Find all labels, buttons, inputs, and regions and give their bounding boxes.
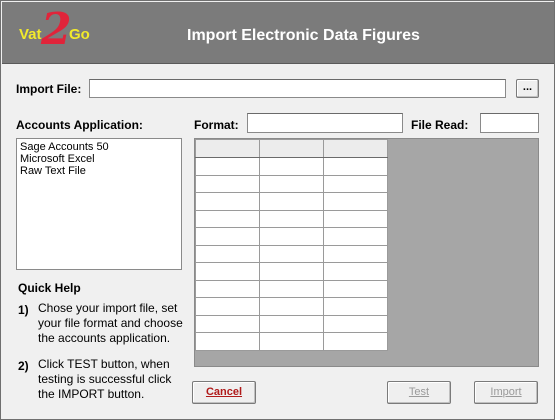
grid-cell[interactable] bbox=[259, 209, 324, 228]
import-file-label: Import File: bbox=[16, 82, 82, 96]
grid-cell[interactable] bbox=[195, 314, 260, 333]
table-row bbox=[195, 332, 388, 351]
grid-cell[interactable] bbox=[323, 157, 388, 176]
import-button-label: Import bbox=[490, 386, 522, 398]
format-field[interactable] bbox=[247, 113, 403, 133]
import-dialog: Vat 2 Go Import Electronic Data Figures … bbox=[0, 0, 555, 420]
grid-column-header[interactable] bbox=[195, 139, 260, 158]
list-item[interactable]: Raw Text File bbox=[20, 165, 178, 177]
table-row bbox=[195, 279, 388, 298]
grid-header-row bbox=[195, 139, 388, 158]
grid-cell[interactable] bbox=[323, 314, 388, 333]
grid-cell[interactable] bbox=[259, 279, 324, 298]
table-row bbox=[195, 297, 388, 316]
accounts-application-label: Accounts Application: bbox=[16, 118, 143, 132]
grid-cell[interactable] bbox=[195, 192, 260, 211]
grid-cell[interactable] bbox=[259, 192, 324, 211]
table-row bbox=[195, 174, 388, 193]
table-row bbox=[195, 227, 388, 246]
test-button[interactable]: Test bbox=[387, 381, 451, 404]
grid-cell[interactable] bbox=[259, 227, 324, 246]
import-file-input[interactable] bbox=[89, 79, 506, 98]
logo-vat: Vat bbox=[19, 26, 42, 43]
grid-cell[interactable] bbox=[323, 244, 388, 263]
grid-cell[interactable] bbox=[259, 244, 324, 263]
table-row bbox=[195, 209, 388, 228]
table-row bbox=[195, 314, 388, 333]
quick-help-title: Quick Help bbox=[18, 281, 81, 295]
accounts-application-list[interactable]: Sage Accounts 50 Microsoft Excel Raw Tex… bbox=[16, 138, 182, 270]
quick-help-step-number: 1) bbox=[18, 303, 29, 317]
browse-button[interactable]: ... bbox=[516, 79, 539, 98]
preview-table bbox=[195, 139, 388, 351]
quick-help-step-text: Click TEST button, when testing is succe… bbox=[38, 357, 172, 401]
format-label: Format: bbox=[194, 118, 239, 132]
list-item[interactable]: Sage Accounts 50 bbox=[20, 141, 178, 153]
grid-cell[interactable] bbox=[259, 157, 324, 176]
table-row bbox=[195, 244, 388, 263]
grid-column-header[interactable] bbox=[323, 139, 388, 158]
cancel-button[interactable]: Cancel bbox=[192, 381, 256, 404]
grid-column-header[interactable] bbox=[259, 139, 324, 158]
logo-go: Go bbox=[69, 26, 90, 43]
grid-cell[interactable] bbox=[259, 314, 324, 333]
table-row bbox=[195, 157, 388, 176]
data-preview-grid[interactable] bbox=[194, 138, 539, 367]
quick-help-step-number: 2) bbox=[18, 359, 29, 373]
import-button[interactable]: Import bbox=[474, 381, 538, 404]
grid-cell[interactable] bbox=[323, 262, 388, 281]
grid-cell[interactable] bbox=[195, 157, 260, 176]
table-row bbox=[195, 192, 388, 211]
vat2go-logo: Vat 2 Go bbox=[17, 8, 97, 56]
grid-cell[interactable] bbox=[323, 227, 388, 246]
grid-cell[interactable] bbox=[323, 297, 388, 316]
grid-cell[interactable] bbox=[195, 209, 260, 228]
grid-cell[interactable] bbox=[259, 174, 324, 193]
grid-cell[interactable] bbox=[195, 262, 260, 281]
file-read-field bbox=[480, 113, 539, 133]
grid-cell[interactable] bbox=[323, 192, 388, 211]
dialog-title: Import Electronic Data Figures bbox=[187, 27, 420, 44]
grid-cell[interactable] bbox=[259, 332, 324, 351]
header-bar: Vat 2 Go Import Electronic Data Figures bbox=[2, 2, 554, 64]
grid-cell[interactable] bbox=[195, 297, 260, 316]
grid-cell[interactable] bbox=[195, 332, 260, 351]
table-row bbox=[195, 262, 388, 281]
grid-cell[interactable] bbox=[323, 174, 388, 193]
grid-cell[interactable] bbox=[323, 332, 388, 351]
test-button-label: Test bbox=[408, 386, 430, 398]
list-item[interactable]: Microsoft Excel bbox=[20, 153, 178, 165]
logo-two: 2 bbox=[41, 4, 72, 55]
grid-cell[interactable] bbox=[259, 262, 324, 281]
grid-cell[interactable] bbox=[195, 174, 260, 193]
cancel-button-label: Cancel bbox=[205, 386, 243, 398]
grid-cell[interactable] bbox=[259, 297, 324, 316]
grid-cell[interactable] bbox=[323, 209, 388, 228]
grid-cell[interactable] bbox=[195, 279, 260, 298]
quick-help-step-text: Chose your import file, set your file fo… bbox=[38, 301, 183, 345]
grid-cell[interactable] bbox=[195, 244, 260, 263]
grid-cell[interactable] bbox=[323, 279, 388, 298]
file-read-label: File Read: bbox=[411, 118, 469, 132]
grid-cell[interactable] bbox=[195, 227, 260, 246]
